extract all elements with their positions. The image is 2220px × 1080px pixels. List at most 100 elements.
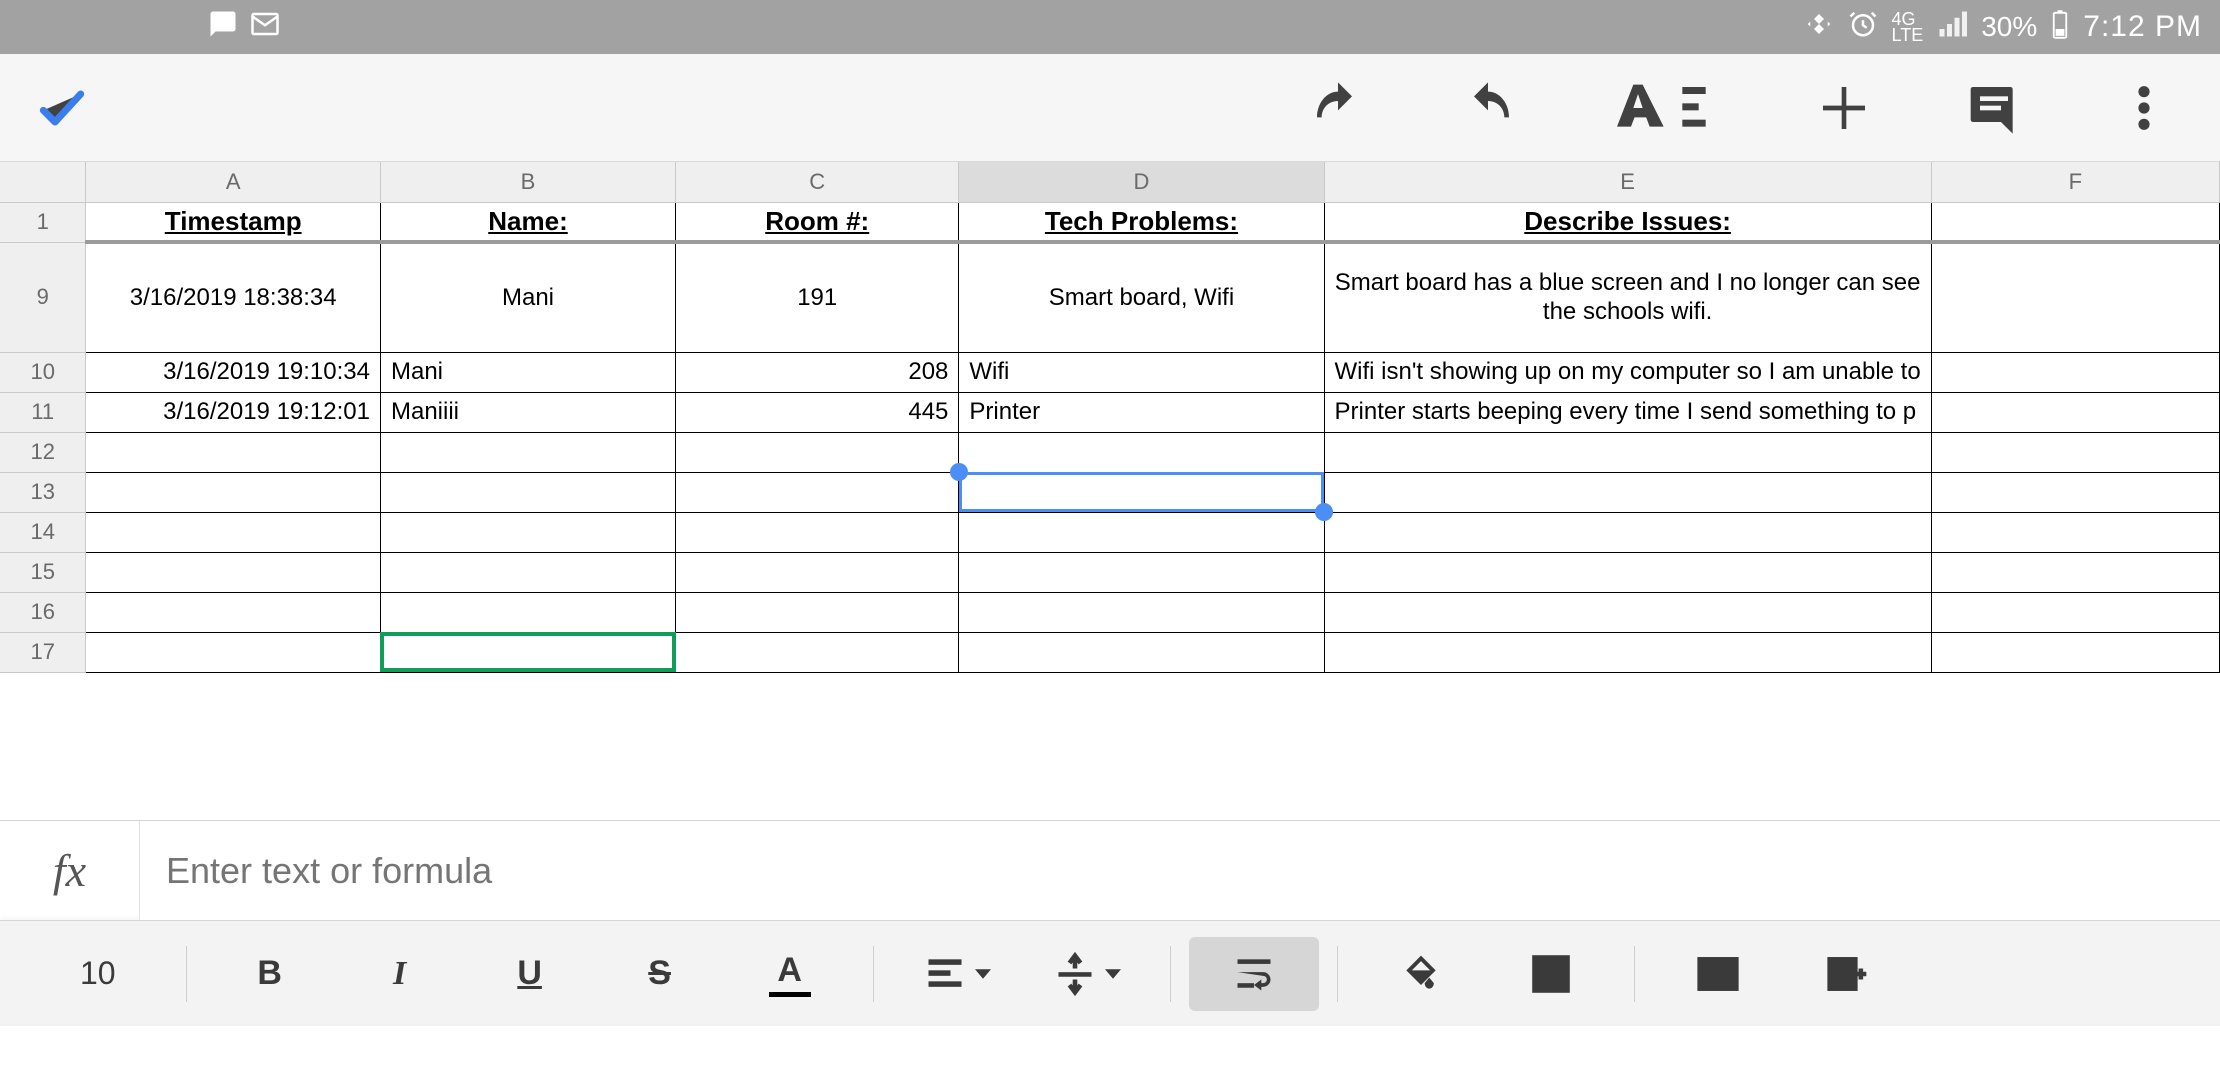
accept-check-button[interactable] [34,80,90,136]
cell-C15[interactable] [676,552,959,592]
cell-F1[interactable] [1931,202,2219,242]
cell-F17[interactable] [1931,632,2219,672]
cell-D15[interactable] [959,552,1324,592]
underline-button[interactable]: U [465,937,595,1011]
cell-E15[interactable] [1324,552,1931,592]
strikethrough-button[interactable]: S [595,937,725,1011]
cell-E1[interactable]: Describe Issues: [1324,202,1931,242]
cell-F16[interactable] [1931,592,2219,632]
cell-D1[interactable]: Tech Problems: [959,202,1324,242]
italic-button[interactable]: I [335,937,465,1011]
horizontal-align-button[interactable] [892,937,1022,1011]
cell-E12[interactable] [1324,432,1931,472]
cell-C13[interactable] [676,472,959,512]
undo-button[interactable] [1310,80,1366,136]
cell-A9[interactable]: 3/16/2019 18:38:34 [86,242,381,352]
cell-B1[interactable]: Name: [380,202,675,242]
bold-button[interactable]: B [205,937,335,1011]
cell-E17[interactable] [1324,632,1931,672]
spreadsheet-area[interactable]: ABCDEF 1TimestampName:Room #:Tech Problem… [0,162,2220,820]
cell-C12[interactable] [676,432,959,472]
row-header-17[interactable]: 17 [0,632,86,672]
cell-B17[interactable] [380,632,675,672]
fill-color-button[interactable] [1356,937,1486,1011]
cell-B10[interactable]: Mani [380,352,675,392]
row-header-1[interactable]: 1 [0,202,86,242]
row-header-15[interactable]: 15 [0,552,86,592]
cell-C9[interactable]: 191 [676,242,959,352]
cell-D14[interactable] [959,512,1324,552]
cell-B13[interactable] [380,472,675,512]
cell-F9[interactable] [1931,242,2219,352]
cell-E9[interactable]: Smart board has a blue screen and I no l… [1324,242,1931,352]
cell-D12[interactable] [959,432,1324,472]
cell-A10[interactable]: 3/16/2019 19:10:34 [86,352,381,392]
cell-C16[interactable] [676,592,959,632]
vertical-align-button[interactable] [1022,937,1152,1011]
merge-cells-button[interactable] [1653,937,1783,1011]
cell-D13[interactable] [959,472,1324,512]
row-header-14[interactable]: 14 [0,512,86,552]
row-header-16[interactable]: 16 [0,592,86,632]
cell-B9[interactable]: Mani [380,242,675,352]
col-header-D[interactable]: D [959,162,1324,202]
cell-C10[interactable]: 208 [676,352,959,392]
cell-F13[interactable] [1931,472,2219,512]
cell-B15[interactable] [380,552,675,592]
cell-E16[interactable] [1324,592,1931,632]
separator [1634,946,1635,1002]
cell-C11[interactable]: 445 [676,392,959,432]
cell-E11[interactable]: Printer starts beeping every time I send… [1324,392,1931,432]
row-header-10[interactable]: 10 [0,352,86,392]
insert-button[interactable] [1816,80,1872,136]
formula-input[interactable] [140,821,2220,920]
cell-B12[interactable] [380,432,675,472]
text-color-button[interactable]: A [725,937,855,1011]
more-menu-button[interactable] [2116,80,2172,136]
row-header-9[interactable]: 9 [0,242,86,352]
cell-F12[interactable] [1931,432,2219,472]
cell-B11[interactable]: Maniiii [380,392,675,432]
col-header-B[interactable]: B [380,162,675,202]
cell-A13[interactable] [86,472,381,512]
borders-button[interactable] [1486,937,1616,1011]
cell-A16[interactable] [86,592,381,632]
cell-C14[interactable] [676,512,959,552]
col-header-C[interactable]: C [676,162,959,202]
col-header-F[interactable]: F [1931,162,2219,202]
cell-A17[interactable] [86,632,381,672]
text-format-button[interactable] [1610,80,1722,136]
cell-F10[interactable] [1931,352,2219,392]
font-size-selector[interactable]: 10 [80,955,128,992]
cell-E10[interactable]: Wifi isn't showing up on my computer so … [1324,352,1931,392]
redo-button[interactable] [1460,80,1516,136]
cell-D11[interactable]: Printer [959,392,1324,432]
cell-D9[interactable]: Smart board, Wifi [959,242,1324,352]
cell-F15[interactable] [1931,552,2219,592]
cell-A12[interactable] [86,432,381,472]
cell-B16[interactable] [380,592,675,632]
cell-F14[interactable] [1931,512,2219,552]
comment-button[interactable] [1966,80,2022,136]
row-header-12[interactable]: 12 [0,432,86,472]
cell-E14[interactable] [1324,512,1931,552]
insert-cells-button[interactable] [1783,937,1913,1011]
row-header-13[interactable]: 13 [0,472,86,512]
select-all-corner[interactable] [0,162,86,202]
cell-D16[interactable] [959,592,1324,632]
cell-A15[interactable] [86,552,381,592]
row-header-11[interactable]: 11 [0,392,86,432]
cell-F11[interactable] [1931,392,2219,432]
text-wrap-button[interactable] [1189,937,1319,1011]
cell-C1[interactable]: Room #: [676,202,959,242]
col-header-A[interactable]: A [86,162,381,202]
cell-D10[interactable]: Wifi [959,352,1324,392]
cell-C17[interactable] [676,632,959,672]
cell-E13[interactable] [1324,472,1931,512]
cell-D17[interactable] [959,632,1324,672]
col-header-E[interactable]: E [1324,162,1931,202]
cell-A1[interactable]: Timestamp [86,202,381,242]
cell-A11[interactable]: 3/16/2019 19:12:01 [86,392,381,432]
cell-B14[interactable] [380,512,675,552]
cell-A14[interactable] [86,512,381,552]
